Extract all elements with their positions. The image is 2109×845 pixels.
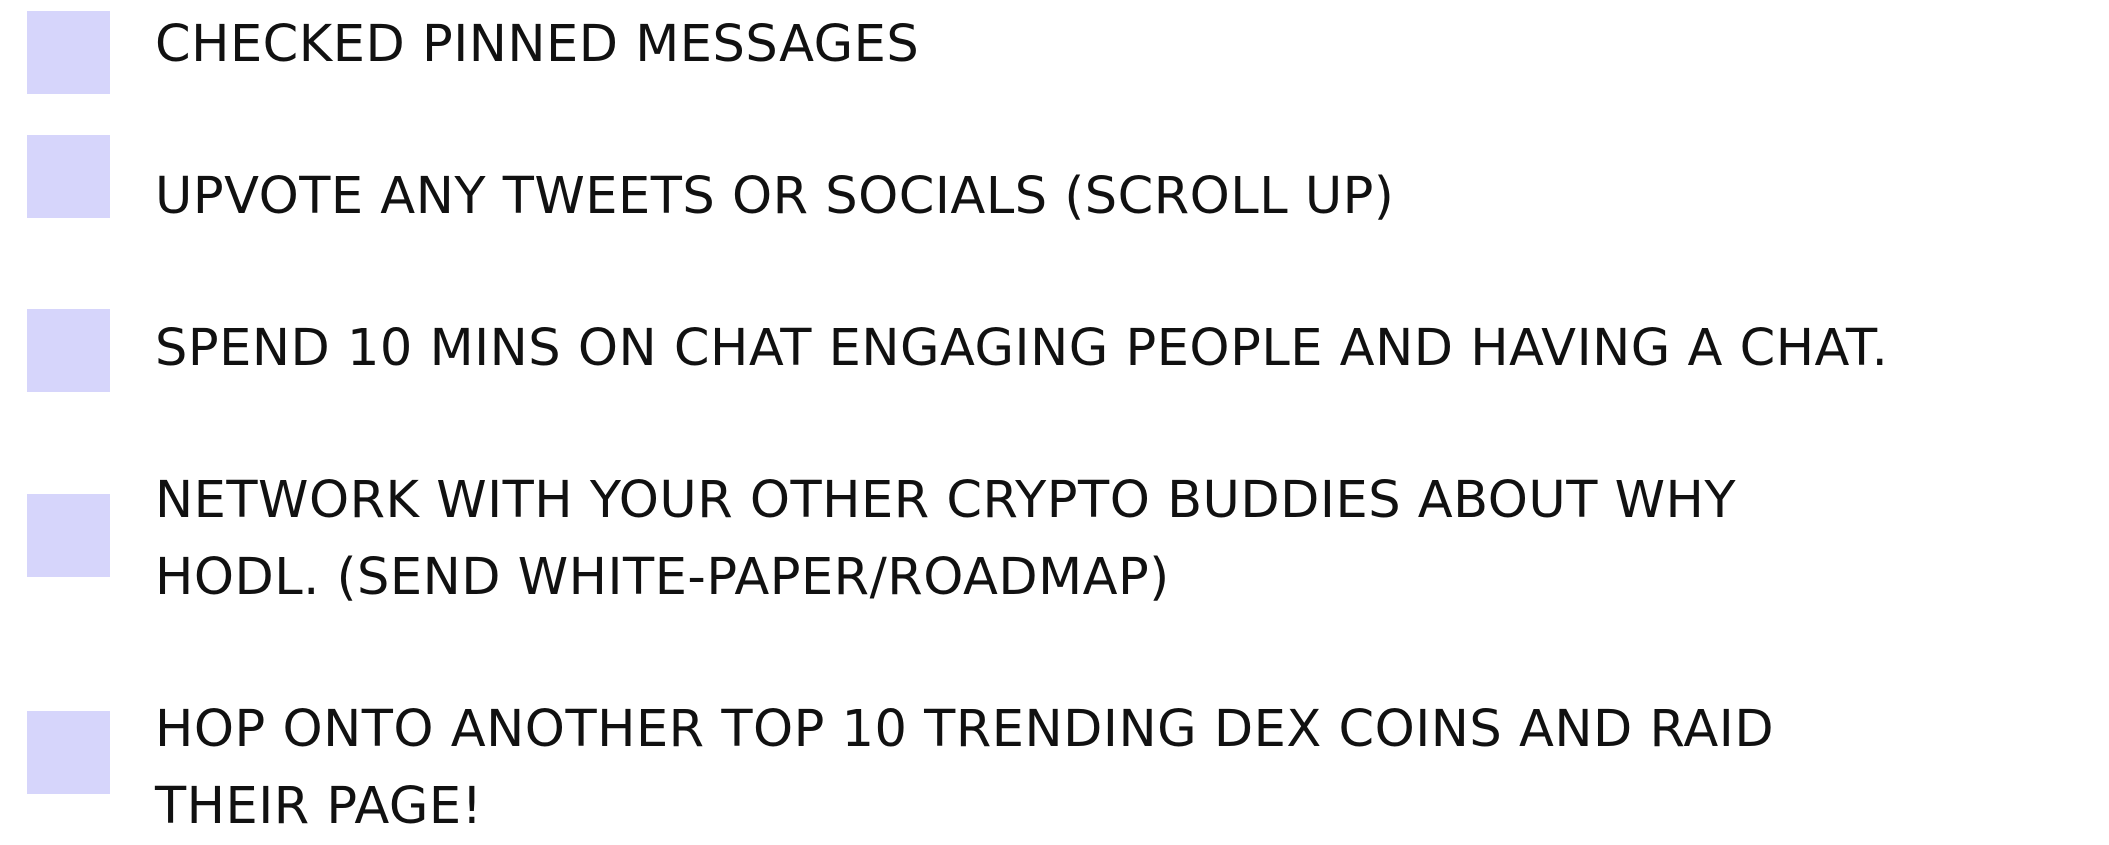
checkbox[interactable] (27, 11, 110, 94)
checklist-item-label: CHECKED PINNED MESSAGES (155, 15, 920, 74)
checkbox[interactable] (27, 711, 110, 794)
checkbox[interactable] (27, 135, 110, 218)
checklist-item-label: SPEND 10 MINS ON CHAT ENGAGING PEOPLE AN… (155, 319, 1889, 378)
checklist-item-label: UPVOTE ANY TWEETS OR SOCIALS (SCROLL UP) (155, 167, 1395, 226)
checkbox[interactable] (27, 494, 110, 577)
checklist-item-label: NETWORK WITH YOUR OTHER CRYPTO BUDDIES A… (155, 471, 1737, 607)
checklist-item-label: HOP ONTO ANOTHER TOP 10 TRENDING DEX COI… (155, 700, 1775, 836)
checkbox[interactable] (27, 309, 110, 392)
